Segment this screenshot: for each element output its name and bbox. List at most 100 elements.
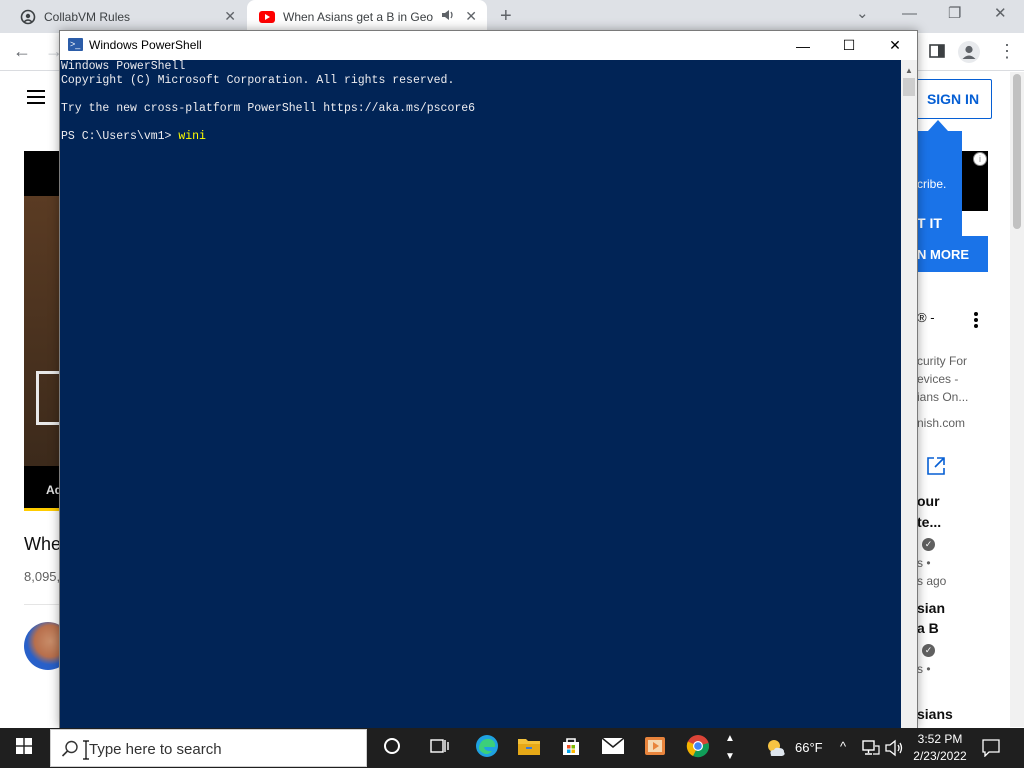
close-icon[interactable]: ✕ <box>994 6 1007 22</box>
maximize-button[interactable]: ☐ <box>826 31 872 60</box>
console-scrollbar[interactable]: ▲ <box>901 60 917 728</box>
ad-info-icon[interactable]: i <box>973 152 987 166</box>
scroll-up-arrow-icon[interactable]: ▲ <box>905 66 913 75</box>
search-icon <box>61 740 79 763</box>
scrollbar-thumb[interactable] <box>1013 74 1021 229</box>
verified-check-icon: ✓ <box>922 538 935 551</box>
mail-icon <box>601 736 625 760</box>
view-count: 8,095, <box>24 569 61 584</box>
tab-close-icon[interactable]: ✕ <box>465 9 477 23</box>
hamburger-menu-icon[interactable] <box>27 90 45 104</box>
scrollbar-thumb[interactable] <box>903 78 915 96</box>
weather-icon[interactable] <box>765 737 787 764</box>
window-title: Windows PowerShell <box>89 38 202 52</box>
profile-avatar-icon[interactable] <box>958 41 980 66</box>
ad-description-line: evices - <box>917 372 959 386</box>
powershell-titlebar[interactable]: >_ Windows PowerShell — ☐ ✕ <box>60 31 917 60</box>
promo-text: cribe. <box>917 177 947 191</box>
divider <box>24 604 64 605</box>
video-title: Whe <box>24 534 62 554</box>
related-video-title[interactable]: sian <box>917 600 945 616</box>
chevron-up-icon[interactable]: ^ <box>840 739 846 754</box>
new-tab-button[interactable]: + <box>500 5 512 27</box>
task-view-icon <box>430 737 450 760</box>
edge-icon <box>475 734 499 763</box>
related-video-title[interactable]: a B <box>917 620 939 636</box>
subscribe-promo-bubble: cribe. T IT <box>917 131 962 236</box>
promo-pointer <box>928 120 948 131</box>
tab-title: CollabVM Rules <box>44 9 131 24</box>
prompt-text: PS C:\Users\vm1> <box>61 130 179 143</box>
console-line: Copyright (C) Microsoft Corporation. All… <box>61 74 455 87</box>
console-prompt-line[interactable]: PS C:\Users\vm1> wini <box>61 130 206 144</box>
powershell-icon: >_ <box>68 38 83 51</box>
sidebar-panel-icon[interactable] <box>929 43 945 62</box>
notification-center-icon[interactable] <box>982 739 1000 762</box>
ad-title[interactable]: ® - <box>917 310 935 325</box>
start-button[interactable] <box>0 728 48 768</box>
weather-temperature[interactable]: 66°F <box>795 740 823 755</box>
cortana-icon <box>383 737 401 760</box>
chevron-down-icon[interactable]: ⌄ <box>856 6 869 22</box>
volume-icon[interactable] <box>885 739 905 762</box>
media-player-button[interactable] <box>634 728 676 768</box>
windows-logo-icon <box>16 737 32 759</box>
ad-domain: nish.com <box>917 416 966 430</box>
powershell-window: >_ Windows PowerShell — ☐ ✕ Windows Powe… <box>59 30 918 728</box>
related-video-meta: s • <box>917 662 931 676</box>
related-video-title[interactable]: te... <box>917 514 941 530</box>
more-menu-icon[interactable]: ⋮ <box>998 42 1016 60</box>
speaker-icon[interactable] <box>441 9 455 24</box>
minimize-button[interactable]: — <box>780 31 826 60</box>
video-progress-bar[interactable] <box>24 508 64 511</box>
back-arrow-icon[interactable]: ← <box>13 42 31 60</box>
task-view-button[interactable] <box>419 728 461 768</box>
minimize-icon[interactable]: — <box>902 6 917 22</box>
related-video-meta: s ago <box>917 574 947 588</box>
chrome-button[interactable] <box>677 728 719 768</box>
typed-command: wini <box>178 130 206 143</box>
network-icon[interactable] <box>862 740 880 761</box>
edge-button[interactable] <box>466 728 508 768</box>
windows-taskbar: Type here to search ▲ ▼ 66°F ^ 3:52 PM 2/… <box>0 728 1024 768</box>
video-frame <box>24 196 64 466</box>
store-button[interactable] <box>550 728 592 768</box>
video-player[interactable]: Ad <box>24 151 66 511</box>
promo-cta-button[interactable]: T IT <box>917 215 942 231</box>
tab-title: When Asians get a B in Geog <box>283 9 433 24</box>
console-output[interactable]: Windows PowerShell Copyright (C) Microso… <box>60 60 901 728</box>
file-explorer-icon <box>517 736 541 761</box>
search-placeholder: Type here to search <box>89 741 222 758</box>
related-video-meta: s • <box>917 556 931 570</box>
external-link-icon[interactable] <box>926 456 946 481</box>
sign-in-button[interactable]: SIGN IN <box>914 79 992 119</box>
media-player-icon <box>644 735 666 762</box>
tab-collabvm-rules[interactable]: CollabVM Rules ✕ <box>0 0 246 33</box>
close-button[interactable]: ✕ <box>872 31 918 60</box>
cortana-button[interactable] <box>371 728 413 768</box>
collabvm-icon <box>20 9 36 25</box>
ad-description-line: ians On... <box>917 390 969 404</box>
taskbar-search-input[interactable]: Type here to search <box>50 729 367 767</box>
more-options-icon[interactable] <box>974 312 978 328</box>
related-video-title[interactable]: our <box>917 493 940 509</box>
chrome-icon <box>686 734 710 763</box>
related-video-title[interactable]: sians <box>917 706 953 722</box>
page-scrollbar[interactable] <box>1010 72 1024 727</box>
youtube-icon <box>259 9 275 25</box>
browser-tab-strip: CollabVM Rules ✕ When Asians get a B in … <box>0 0 1024 33</box>
store-icon <box>560 735 582 762</box>
learn-more-button[interactable]: N MORE <box>917 236 988 272</box>
file-explorer-button[interactable] <box>508 728 550 768</box>
ad-description-line: curity For <box>917 354 968 368</box>
verified-check-icon: ✓ <box>922 644 935 657</box>
mail-button[interactable] <box>592 728 634 768</box>
tab-youtube-video[interactable]: When Asians get a B in Geog ✕ <box>247 0 487 33</box>
system-clock[interactable]: 3:52 PM 2/23/2022 <box>910 731 970 765</box>
console-line: Windows PowerShell <box>61 60 186 73</box>
clock-time: 3:52 PM <box>917 732 963 746</box>
restore-icon[interactable]: ❐ <box>948 6 961 22</box>
clock-date: 2/23/2022 <box>913 749 967 763</box>
taskbar-scroll-arrows-icon[interactable]: ▲ ▼ <box>722 730 738 766</box>
tab-close-icon[interactable]: ✕ <box>224 9 236 23</box>
